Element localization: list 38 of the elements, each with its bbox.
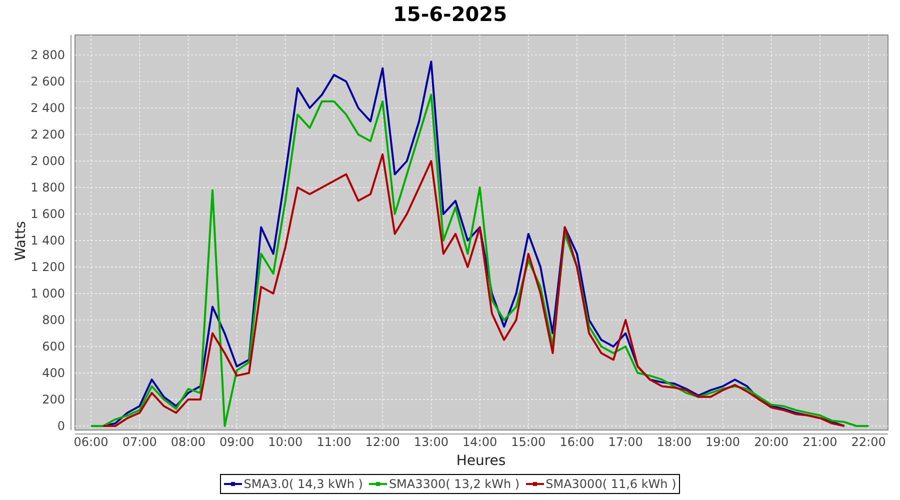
y-tick-label: 1 600 — [30, 207, 65, 222]
x-tick-label: 10:00 — [268, 435, 303, 449]
y-axis-title: Watts — [13, 221, 29, 261]
y-tick-label: 600 — [42, 340, 65, 354]
y-tick-label: 400 — [42, 366, 65, 380]
x-tick-label: 17:00 — [608, 435, 643, 449]
legend-label: SMA3300( 13,2 kWh ) — [388, 477, 520, 491]
x-tick-label: 06:00 — [74, 435, 108, 449]
legend-label: SMA3000( 11,6 kWh ) — [546, 477, 676, 491]
y-tick-label: 800 — [42, 313, 65, 328]
y-tick-label: 2 800 — [30, 48, 65, 62]
y-tick-label: 0 — [57, 419, 65, 434]
x-tick-label: 20:00 — [754, 435, 789, 449]
x-tick-label: 08:00 — [170, 435, 206, 449]
x-axis-title: Heures — [456, 453, 506, 468]
y-tick-label: 200 — [42, 392, 65, 407]
x-tick-label: 16:00 — [560, 435, 594, 449]
x-tick-label: 07:00 — [122, 435, 157, 449]
y-tick-label: 1 400 — [30, 234, 65, 248]
y-tick-label: 2 200 — [30, 128, 65, 142]
x-tick-label: 13:00 — [414, 435, 448, 449]
y-tick-label: 1 800 — [30, 180, 65, 195]
x-tick-label: 11:00 — [316, 435, 352, 449]
chart-title: 15-6-2025 — [392, 1, 507, 28]
y-tick-label: 1 200 — [30, 260, 65, 274]
x-tick-label: 12:00 — [365, 435, 400, 449]
x-tick-label: 14:00 — [462, 435, 498, 449]
legend-label: SMA3.0( 14,3 kWh ) — [244, 477, 363, 491]
y-tick-label: 2 600 — [30, 74, 65, 88]
x-tick-label: 18:00 — [656, 435, 692, 449]
y-tick-label: 1 000 — [30, 286, 65, 301]
x-tick-label: 21:00 — [802, 435, 838, 449]
x-tick-label: 09:00 — [220, 435, 254, 449]
y-tick-label: 2 000 — [30, 154, 65, 168]
x-tick-label: 19:00 — [705, 435, 740, 449]
x-tick-label: 15:00 — [511, 435, 546, 449]
y-tick-label: 2 400 — [30, 101, 65, 115]
x-tick-label: 22:00 — [851, 435, 886, 449]
